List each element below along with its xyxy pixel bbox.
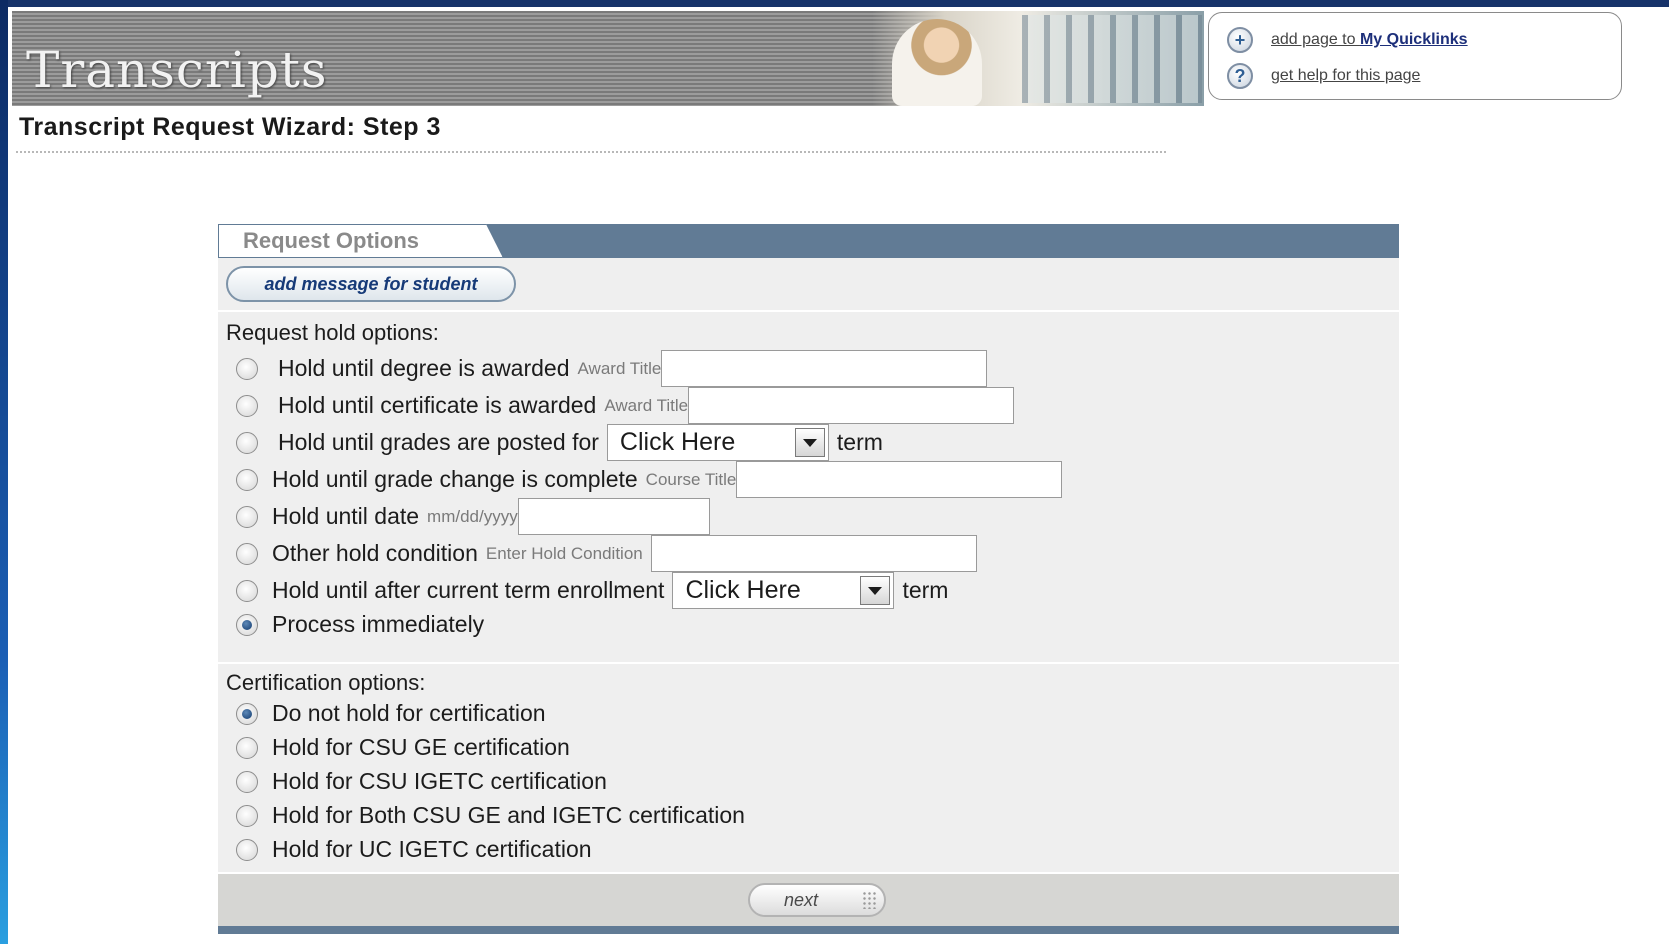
hold-option-label: Process immediately [272, 611, 485, 637]
radio-hold-grades[interactable] [236, 431, 258, 454]
radio-cert-both[interactable] [236, 804, 258, 827]
request-options-panel: Request Options add message for student … [218, 224, 1399, 934]
cert-option-none: Do not hold for certification [236, 700, 546, 727]
next-button-label: next [784, 890, 819, 910]
panel-tab-bar: Request Options [218, 224, 1399, 258]
cert-option-uc-igetc: Hold for UC IGETC certification [236, 836, 592, 863]
hold-options-section: Request hold options: Hold until degree … [218, 312, 1399, 664]
radio-hold-other[interactable] [236, 542, 258, 565]
grades-term-select[interactable]: Click Here [606, 424, 829, 461]
add-quicklink-row[interactable]: + add page to My Quicklinks [1227, 25, 1468, 55]
hold-option-degree: Hold until degree is awarded Award Title [236, 350, 988, 387]
radio-hold-certificate[interactable] [236, 394, 258, 417]
page: Transcripts + add page to My Quicklinks … [8, 7, 1669, 944]
hold-option-label: Hold until grades are posted for [278, 429, 599, 455]
chevron-down-icon[interactable] [860, 576, 891, 605]
hold-option-certificate: Hold until certificate is awarded Award … [236, 387, 1015, 424]
hold-option-label: Hold until date [272, 503, 420, 529]
help-icon[interactable]: ? [1227, 63, 1253, 89]
grip-icon [862, 891, 876, 909]
hold-option-enrollment: Hold until after current term enrollment… [236, 572, 948, 609]
enrollment-term-select[interactable]: Click Here [672, 572, 895, 609]
cert-option-label: Hold for CSU IGETC certification [272, 768, 607, 794]
add-quicklink-link[interactable]: add page to My Quicklinks [1271, 31, 1468, 49]
hold-option-immediate: Process immediately [236, 611, 484, 638]
hold-option-other: Other hold condition Enter Hold Conditio… [236, 535, 977, 572]
date-format-hint: mm/dd/yyyy [427, 506, 518, 526]
tab-request-options[interactable]: Request Options [218, 224, 503, 258]
hold-condition-input[interactable] [650, 535, 977, 572]
hold-option-label: Hold until after current term enrollment [272, 577, 665, 603]
course-title-hint: Course Title [645, 469, 737, 489]
award-title-hint: Award Title [577, 358, 662, 378]
course-title-input[interactable] [736, 461, 1063, 498]
cert-option-label: Hold for UC IGETC certification [272, 836, 592, 862]
radio-cert-none[interactable] [236, 702, 258, 725]
next-button[interactable]: next [748, 883, 886, 917]
chevron-down-icon[interactable] [794, 428, 825, 457]
window-frame-left [0, 0, 8, 944]
radio-hold-enrollment[interactable] [236, 579, 258, 602]
radio-cert-csu-ge[interactable] [236, 736, 258, 759]
hold-option-label: Other hold condition [272, 540, 478, 566]
title-divider [16, 151, 1166, 153]
page-title: Transcript Request Wizard: Step 3 [19, 113, 441, 141]
hold-options-label: Request hold options: [226, 320, 439, 345]
award-title-hint: Award Title [604, 395, 689, 415]
header-banner: Transcripts [12, 11, 1204, 106]
radio-hold-grade-change[interactable] [236, 468, 258, 491]
cert-option-csu-ge: Hold for CSU GE certification [236, 734, 570, 761]
plus-icon[interactable]: + [1227, 27, 1253, 53]
select-value: Click Here [619, 428, 736, 456]
certificate-award-title-input[interactable] [688, 387, 1015, 424]
radio-hold-date[interactable] [236, 505, 258, 528]
certification-options-label: Certification options: [226, 670, 426, 695]
degree-award-title-input[interactable] [661, 350, 988, 387]
cert-option-both: Hold for Both CSU GE and IGETC certifica… [236, 802, 745, 829]
hold-option-label: Hold until certificate is awarded [278, 392, 597, 418]
panel-footer: next [218, 874, 1399, 934]
term-label: term [902, 577, 949, 603]
help-link[interactable]: get help for this page [1271, 67, 1420, 85]
my-quicklinks-link[interactable]: My Quicklinks [1360, 31, 1468, 48]
hold-option-grade-change: Hold until grade change is complete Cour… [236, 461, 1063, 498]
banner-title: Transcripts [26, 41, 328, 99]
hold-option-date: Hold until date mm/dd/yyyy [236, 498, 710, 535]
radio-cert-csu-igetc[interactable] [236, 770, 258, 793]
message-section: add message for student [218, 258, 1399, 312]
cert-option-csu-igetc: Hold for CSU IGETC certification [236, 768, 607, 795]
banner-photo-shelves [1022, 15, 1202, 103]
radio-cert-uc-igetc[interactable] [236, 838, 258, 861]
banner-photo-person [892, 19, 982, 106]
hold-option-label: Hold until grade change is complete [272, 466, 638, 492]
hold-date-input[interactable] [517, 498, 710, 535]
window-frame-top [0, 0, 1669, 7]
cert-option-label: Hold for Both CSU GE and IGETC certifica… [272, 802, 745, 828]
radio-hold-degree[interactable] [236, 357, 258, 380]
hold-option-label: Hold until degree is awarded [278, 355, 570, 381]
term-label: term [836, 429, 883, 455]
radio-process-immediately[interactable] [236, 613, 258, 636]
select-value: Click Here [685, 576, 801, 604]
hold-condition-hint: Enter Hold Condition [485, 543, 643, 563]
certification-options-section: Certification options: Do not hold for c… [218, 664, 1399, 874]
hold-option-grades: Hold until grades are posted for Click H… [236, 424, 883, 461]
help-row[interactable]: ? get help for this page [1227, 61, 1420, 91]
cert-option-label: Hold for CSU GE certification [272, 734, 570, 760]
quicklinks-box: + add page to My Quicklinks ? get help f… [1208, 12, 1622, 100]
cert-option-label: Do not hold for certification [272, 700, 546, 726]
add-message-button[interactable]: add message for student [226, 266, 516, 302]
